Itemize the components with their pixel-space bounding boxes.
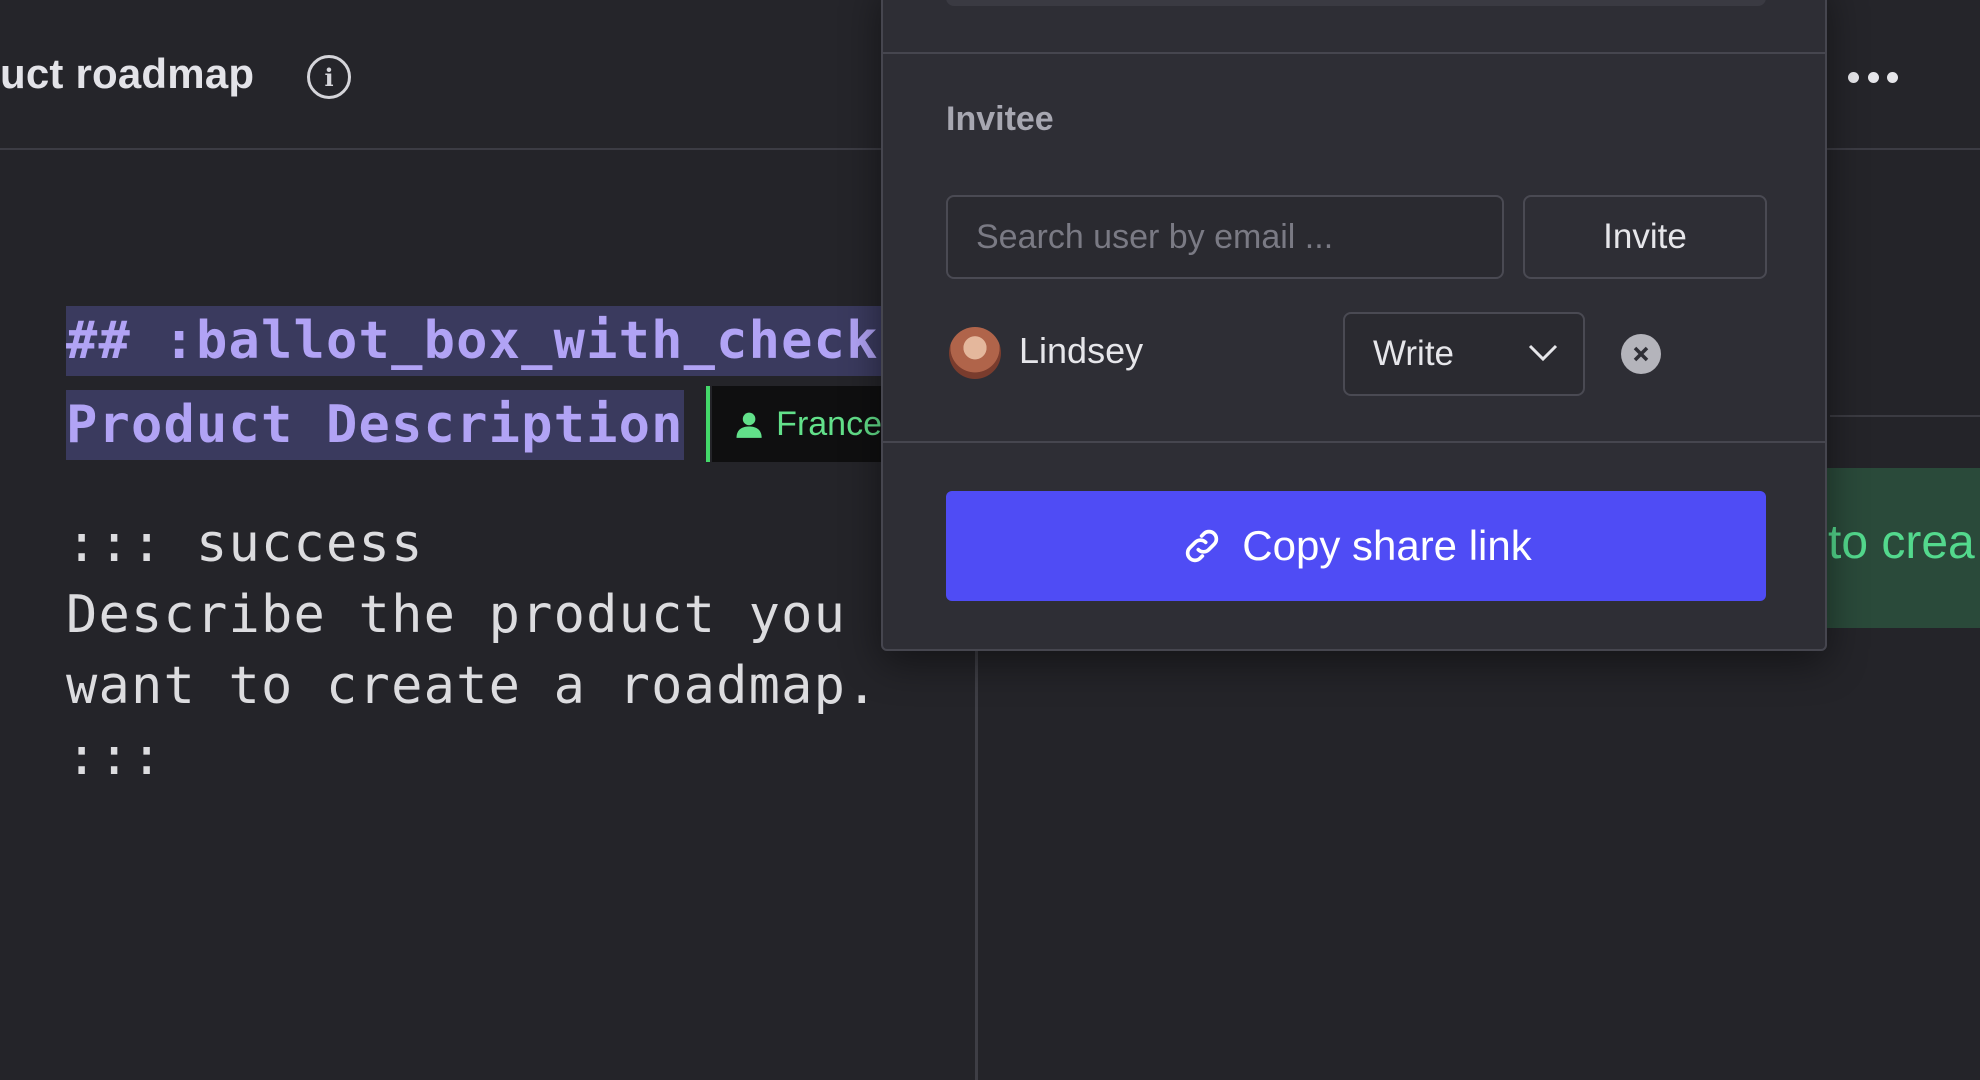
collaborator-cursor-label: France	[712, 386, 882, 462]
search-user-input[interactable]	[946, 195, 1504, 279]
editor-text-line[interactable]: want to create a roadmap.	[66, 656, 879, 716]
info-icon[interactable]: i	[307, 55, 351, 99]
collaborator-cursor	[706, 386, 710, 462]
invite-button[interactable]: Invite	[1523, 195, 1767, 279]
permission-select[interactable]: Write	[1343, 312, 1585, 396]
editor-text-line[interactable]: :::	[66, 727, 164, 787]
app-window: uct roadmap i ## :ballot_box_with_check …	[0, 0, 1980, 1080]
editor-heading-line[interactable]: Product Description	[66, 390, 684, 460]
close-icon	[1633, 346, 1649, 362]
permission-value: Write	[1373, 334, 1455, 373]
divider	[883, 52, 1825, 54]
editor-text-line[interactable]: Describe the product you	[66, 585, 846, 645]
link-icon	[1186, 529, 1219, 563]
more-options-icon[interactable]	[1848, 62, 1898, 92]
share-popover: Invitee Invite Lindsey Write Copy share …	[881, 0, 1827, 651]
editor-text-line[interactable]: ::: success	[66, 514, 424, 574]
preview-callout-text: to crea	[1828, 516, 1975, 569]
markdown-editor[interactable]: ## :ballot_box_with_check Product Descri…	[0, 152, 978, 1080]
avatar	[949, 327, 1001, 379]
popover-top-field	[946, 0, 1766, 6]
collaborator-name: France	[776, 404, 882, 443]
invitee-label: Invitee	[946, 100, 1054, 138]
preview-divider	[1830, 415, 1980, 417]
divider	[883, 441, 1825, 443]
document-title[interactable]: uct roadmap	[0, 50, 254, 98]
copy-share-link-button[interactable]: Copy share link	[946, 491, 1766, 601]
user-icon	[736, 412, 762, 438]
copy-share-link-label: Copy share link	[1242, 522, 1532, 569]
chevron-down-icon	[1528, 344, 1558, 362]
invitee-name: Lindsey	[1019, 330, 1144, 371]
remove-invitee-icon[interactable]	[1621, 334, 1661, 374]
editor-heading-line[interactable]: ## :ballot_box_with_check	[66, 306, 899, 376]
